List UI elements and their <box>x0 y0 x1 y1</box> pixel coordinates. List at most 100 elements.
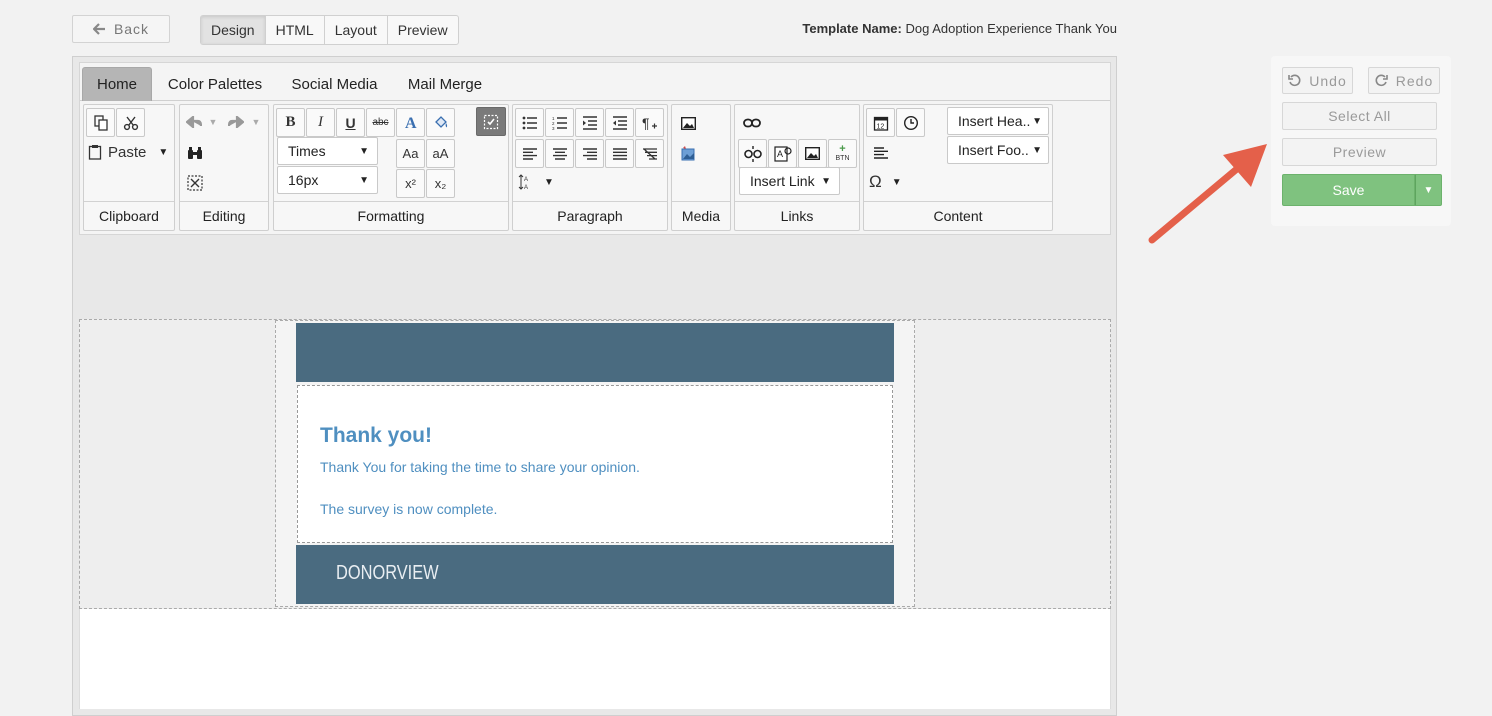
select-all-tool-button[interactable] <box>186 174 204 192</box>
redo-button[interactable]: Redo <box>1368 67 1440 94</box>
numbered-list-button[interactable]: 123 <box>545 108 574 137</box>
insert-date-button[interactable]: 12 <box>866 108 895 137</box>
align-center-icon <box>552 147 567 160</box>
clear-format-button[interactable] <box>476 107 506 136</box>
unlink-button[interactable] <box>738 139 767 168</box>
paragraph-mark-button[interactable]: ¶ <box>635 108 664 137</box>
align-left-icon <box>522 147 537 160</box>
back-button[interactable]: Back <box>72 15 170 43</box>
image-editor-button[interactable] <box>679 144 697 162</box>
insert-hyperlink-button[interactable] <box>742 114 762 132</box>
undo-arrow-icon <box>186 116 202 128</box>
justify-button[interactable] <box>605 139 634 168</box>
text-block-button[interactable] <box>872 145 890 161</box>
email-title[interactable]: Thank you! <box>320 424 432 448</box>
align-right-button[interactable] <box>575 139 604 168</box>
paste-label: Paste <box>108 143 147 161</box>
tab-color-palettes[interactable]: Color Palettes <box>160 67 270 101</box>
undo-tool-button[interactable] <box>184 113 204 131</box>
italic-button[interactable]: I <box>306 108 335 137</box>
tab-social-media[interactable]: Social Media <box>282 67 387 101</box>
underline-button[interactable]: U <box>336 108 365 137</box>
font-size-select[interactable]: 16px ▼ <box>277 166 378 194</box>
calendar-day: 12 <box>876 123 884 130</box>
binoculars-icon <box>188 147 202 159</box>
redo-tool-button[interactable] <box>226 113 246 131</box>
clear-alignment-icon <box>642 147 657 160</box>
subscript-button[interactable]: x₂ <box>426 169 455 198</box>
preview-button[interactable]: Preview <box>1282 138 1437 166</box>
title-case-button[interactable]: Aa <box>396 139 425 168</box>
email-header-band[interactable] <box>296 323 894 382</box>
outdent-button[interactable] <box>605 108 634 137</box>
group-paragraph-label: Paragraph <box>513 201 667 230</box>
insert-time-button[interactable] <box>896 108 925 137</box>
view-mode-switch: Design HTML Layout Preview <box>200 15 459 45</box>
chevron-down-icon: ▼ <box>359 145 369 157</box>
calendar-icon: 12 <box>873 116 888 131</box>
tab-home[interactable]: Home <box>82 67 152 101</box>
clear-alignment-button[interactable] <box>635 139 664 168</box>
undo-history-chevron-icon[interactable]: ▼ <box>207 113 219 131</box>
font-family-value: Times <box>288 143 326 159</box>
highlight-color-button[interactable] <box>426 108 455 137</box>
cut-button[interactable] <box>116 108 145 137</box>
mode-html[interactable]: HTML <box>266 16 325 44</box>
align-center-button[interactable] <box>545 139 574 168</box>
group-media-label: Media <box>672 201 730 230</box>
insert-image-button[interactable] <box>679 114 697 132</box>
image-edit-icon <box>681 146 695 161</box>
group-editing-label: Editing <box>180 201 268 230</box>
outdent-icon <box>612 115 627 130</box>
paste-button[interactable]: Paste ▼ <box>88 141 168 163</box>
image-link-button[interactable] <box>798 139 827 168</box>
redo-arrow-icon <box>228 116 244 128</box>
bold-button[interactable]: B <box>276 108 305 137</box>
insert-footer-select[interactable]: Insert Foo.. ▼ <box>947 136 1049 164</box>
mode-layout[interactable]: Layout <box>325 16 388 44</box>
svg-text:A: A <box>524 185 528 190</box>
font-size-value: 16px <box>288 172 319 188</box>
toggle-case-button[interactable]: aA <box>426 139 455 168</box>
insert-button-button[interactable]: + BTN <box>828 139 857 168</box>
anchor-button[interactable]: A <box>768 139 797 168</box>
email-text-line[interactable]: The survey is now complete. <box>320 501 497 517</box>
undo-button[interactable]: Undo <box>1282 67 1353 94</box>
redo-history-chevron-icon[interactable]: ▼ <box>250 113 262 131</box>
bullet-list-button[interactable] <box>515 108 544 137</box>
mode-design[interactable]: Design <box>201 16 266 44</box>
email-text-line[interactable]: Thank You for taking the time to share y… <box>320 459 640 475</box>
insert-header-select[interactable]: Insert Hea.. ▼ <box>947 107 1049 135</box>
save-options-button[interactable]: ▼ <box>1415 174 1442 206</box>
template-name-label: Template Name: <box>802 21 902 36</box>
justify-icon <box>612 147 627 160</box>
special-characters-button[interactable]: Ω ▼ <box>869 172 902 192</box>
footer-brand-logo: DONORVIEW <box>336 562 439 584</box>
arrow-left-icon <box>92 23 105 35</box>
strikethrough-button[interactable]: abc <box>366 108 395 137</box>
chevron-down-icon: ▼ <box>821 175 831 187</box>
select-all-button[interactable]: Select All <box>1282 102 1437 130</box>
mode-preview[interactable]: Preview <box>388 16 458 44</box>
canvas-blank-area[interactable] <box>79 609 1111 709</box>
align-left-button[interactable] <box>515 139 544 168</box>
copy-button[interactable] <box>86 108 115 137</box>
font-color-button[interactable]: A <box>396 108 425 137</box>
align-right-icon <box>582 147 597 160</box>
group-content-label: Content <box>864 201 1052 230</box>
tab-mail-merge[interactable]: Mail Merge <box>400 67 490 101</box>
chevron-down-icon: ▼ <box>891 176 902 188</box>
group-formatting-label: Formatting <box>274 201 508 230</box>
group-links-label: Links <box>735 201 859 230</box>
redo-label: Redo <box>1395 72 1434 89</box>
indent-button[interactable] <box>575 108 604 137</box>
undo-label: Undo <box>1309 72 1347 89</box>
font-family-select[interactable]: Times ▼ <box>277 137 378 165</box>
line-height-button[interactable]: AA ▼ <box>518 172 554 192</box>
save-button[interactable]: Save <box>1282 174 1415 206</box>
superscript-button[interactable]: x² <box>396 169 425 198</box>
insert-header-label: Insert Hea.. <box>958 113 1031 129</box>
insert-link-select[interactable]: Insert Link ▼ <box>739 167 840 195</box>
find-button[interactable] <box>186 144 204 162</box>
indent-icon <box>582 115 597 130</box>
